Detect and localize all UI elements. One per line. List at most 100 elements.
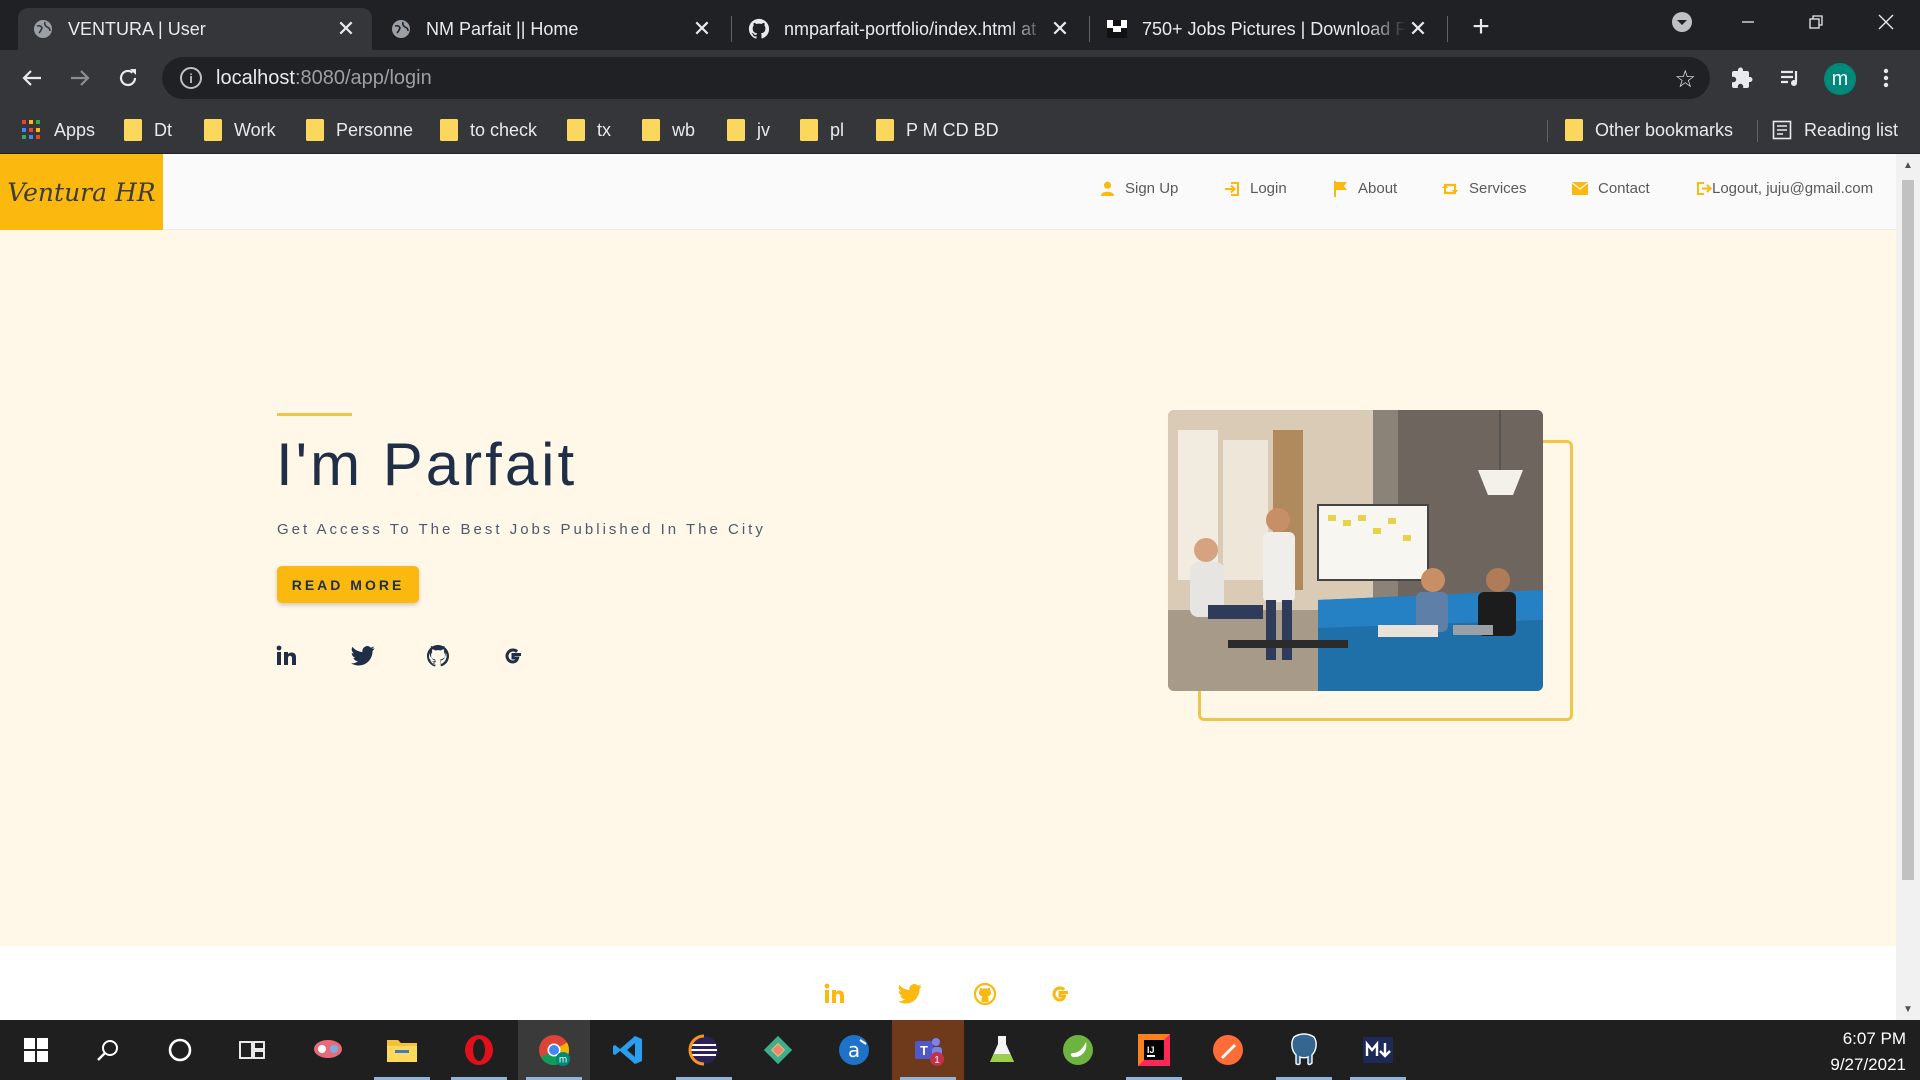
bookmark-folder-personne[interactable]: Personne xyxy=(306,116,413,144)
tab-title: VENTURA | User xyxy=(68,18,206,39)
tab-divider xyxy=(1447,16,1448,42)
google-icon[interactable] xyxy=(499,642,527,670)
snipping-icon[interactable] xyxy=(292,1020,364,1080)
tab-search-button[interactable] xyxy=(1648,0,1716,44)
cortana-icon[interactable] xyxy=(144,1020,216,1080)
footer-twitter-icon[interactable] xyxy=(896,980,924,1008)
restore-button[interactable] xyxy=(1782,0,1850,44)
nav-about[interactable]: About xyxy=(1334,180,1397,197)
scroll-up-icon[interactable]: ▲ xyxy=(1902,158,1914,172)
bookmark-label: jv xyxy=(757,119,770,140)
back-button[interactable] xyxy=(12,58,52,98)
footer-github-icon[interactable] xyxy=(971,980,999,1008)
tab-title: 750+ Jobs Pictures | Download Fr xyxy=(1142,18,1406,39)
new-tab-button[interactable]: + xyxy=(1464,10,1498,44)
minimize-button[interactable] xyxy=(1714,0,1782,44)
close-tab-icon[interactable]: ✕ xyxy=(334,16,358,41)
footer-google-icon[interactable] xyxy=(1046,980,1074,1008)
extensions-button[interactable] xyxy=(1722,58,1762,98)
close-tab-icon[interactable]: ✕ xyxy=(1048,16,1072,41)
brand-logo[interactable]: Ventura HR xyxy=(0,154,163,230)
read-more-button[interactable]: READ MORE xyxy=(277,566,419,603)
teams-icon[interactable]: T1 xyxy=(892,1020,964,1080)
tab-nm-parfait-home[interactable]: NM Parfait || Home ✕ xyxy=(376,8,728,50)
footer-linkedin-icon[interactable] xyxy=(821,980,849,1008)
logout-icon xyxy=(1696,181,1712,196)
search-icon[interactable] xyxy=(72,1020,144,1080)
page-scrollbar[interactable]: ▲ ▼ xyxy=(1896,154,1920,1020)
netbeans-icon[interactable]: a xyxy=(818,1020,890,1080)
git-icon[interactable] xyxy=(742,1020,814,1080)
nav-contact[interactable]: Contact xyxy=(1572,180,1650,197)
twitter-icon[interactable] xyxy=(349,642,377,670)
kebab-menu-icon xyxy=(1883,68,1889,88)
bookmark-folder-to-check[interactable]: to check xyxy=(440,116,537,144)
postgresql-icon[interactable] xyxy=(1268,1020,1340,1080)
file-explorer-icon[interactable] xyxy=(366,1020,438,1080)
reload-button[interactable] xyxy=(108,58,148,98)
system-clock[interactable]: 6:07 PM 9/27/2021 xyxy=(1830,1026,1906,1078)
nav-services[interactable]: Services xyxy=(1441,180,1527,197)
tab-jobs-pictures[interactable]: 750+ Jobs Pictures | Download Fr ✕ xyxy=(1092,8,1444,50)
bookmarks-bar: Apps Dt Work Personne to check tx wb jv … xyxy=(0,106,1920,154)
scroll-down-icon[interactable]: ▼ xyxy=(1902,1002,1914,1016)
bookmark-folder-wb[interactable]: wb xyxy=(642,116,695,144)
playlist-icon xyxy=(1781,70,1798,86)
bookmark-label: pl xyxy=(830,119,845,140)
page-viewport: Ventura HR Sign Up Login About Services … xyxy=(0,154,1920,1020)
nav-login[interactable]: Login xyxy=(1224,180,1287,197)
browser-toolbar: i localhost:8080/app/login ☆ m xyxy=(0,50,1920,106)
nav-label: Sign Up xyxy=(1125,180,1179,197)
linkedin-icon[interactable] xyxy=(273,642,301,670)
address-bar[interactable]: i localhost:8080/app/login ☆ xyxy=(162,57,1710,99)
bookmark-folder-pm-cd-bd[interactable]: P M CD BD xyxy=(876,116,999,144)
bookmark-folder-dt[interactable]: Dt xyxy=(124,116,172,144)
bookmark-folder-tx[interactable]: tx xyxy=(567,116,611,144)
globe-icon xyxy=(390,18,412,40)
profile-avatar[interactable]: m xyxy=(1824,63,1856,95)
reading-list[interactable]: Reading list xyxy=(1772,116,1898,144)
folder-icon xyxy=(642,119,660,141)
tab-ventura-user[interactable]: VENTURA | User ✕ xyxy=(18,8,372,50)
nav-sign-up[interactable]: Sign Up xyxy=(1100,180,1178,197)
nav-label: Logout, juju@gmail.com xyxy=(1712,180,1874,197)
url-host: localhost xyxy=(216,66,295,89)
flask-icon[interactable] xyxy=(966,1020,1038,1080)
opera-icon[interactable] xyxy=(443,1020,515,1080)
windows-start-icon[interactable] xyxy=(0,1020,72,1080)
chrome-menu-button[interactable] xyxy=(1866,58,1906,98)
markdown-icon[interactable] xyxy=(1342,1020,1414,1080)
tab-github-portfolio[interactable]: nmparfait-portfolio/index.html at ✕ xyxy=(734,8,1086,50)
folder-icon xyxy=(567,119,585,141)
svg-text:IJ: IJ xyxy=(1147,1045,1155,1055)
intellij-icon[interactable]: IJ xyxy=(1118,1020,1190,1080)
chrome-icon[interactable]: m xyxy=(518,1020,590,1080)
forward-button[interactable] xyxy=(60,58,100,98)
other-bookmarks[interactable]: Other bookmarks xyxy=(1565,116,1733,144)
bookmark-folder-work[interactable]: Work xyxy=(204,116,276,144)
scroll-thumb[interactable] xyxy=(1902,180,1914,880)
task-view-icon[interactable] xyxy=(216,1020,288,1080)
close-tab-icon[interactable]: ✕ xyxy=(1406,16,1430,41)
postman-icon[interactable] xyxy=(1192,1020,1264,1080)
eclipse-icon[interactable] xyxy=(668,1020,740,1080)
clock-time: 6:07 PM xyxy=(1842,1029,1906,1048)
media-controls-button[interactable] xyxy=(1770,58,1810,98)
hero-accent-line xyxy=(277,413,352,416)
bookmark-folder-jv[interactable]: jv xyxy=(727,116,770,144)
spring-icon[interactable] xyxy=(1042,1020,1114,1080)
github-icon[interactable] xyxy=(424,642,452,670)
vscode-icon[interactable] xyxy=(592,1020,664,1080)
arrow-left-icon xyxy=(22,70,41,86)
tab-divider xyxy=(731,16,732,42)
nav-logout[interactable]: Logout, juju@gmail.com xyxy=(1696,180,1873,197)
folder-icon xyxy=(876,119,894,141)
close-tab-icon[interactable]: ✕ xyxy=(690,16,714,41)
bookmark-star-icon[interactable]: ☆ xyxy=(1674,65,1696,94)
bookmark-folder-pl[interactable]: pl xyxy=(800,116,844,144)
bookmarks-divider xyxy=(1757,120,1758,142)
close-window-button[interactable] xyxy=(1852,0,1920,44)
site-info-icon[interactable]: i xyxy=(180,67,202,89)
bookmark-apps[interactable]: Apps xyxy=(22,116,95,144)
minimize-icon xyxy=(1742,21,1754,23)
